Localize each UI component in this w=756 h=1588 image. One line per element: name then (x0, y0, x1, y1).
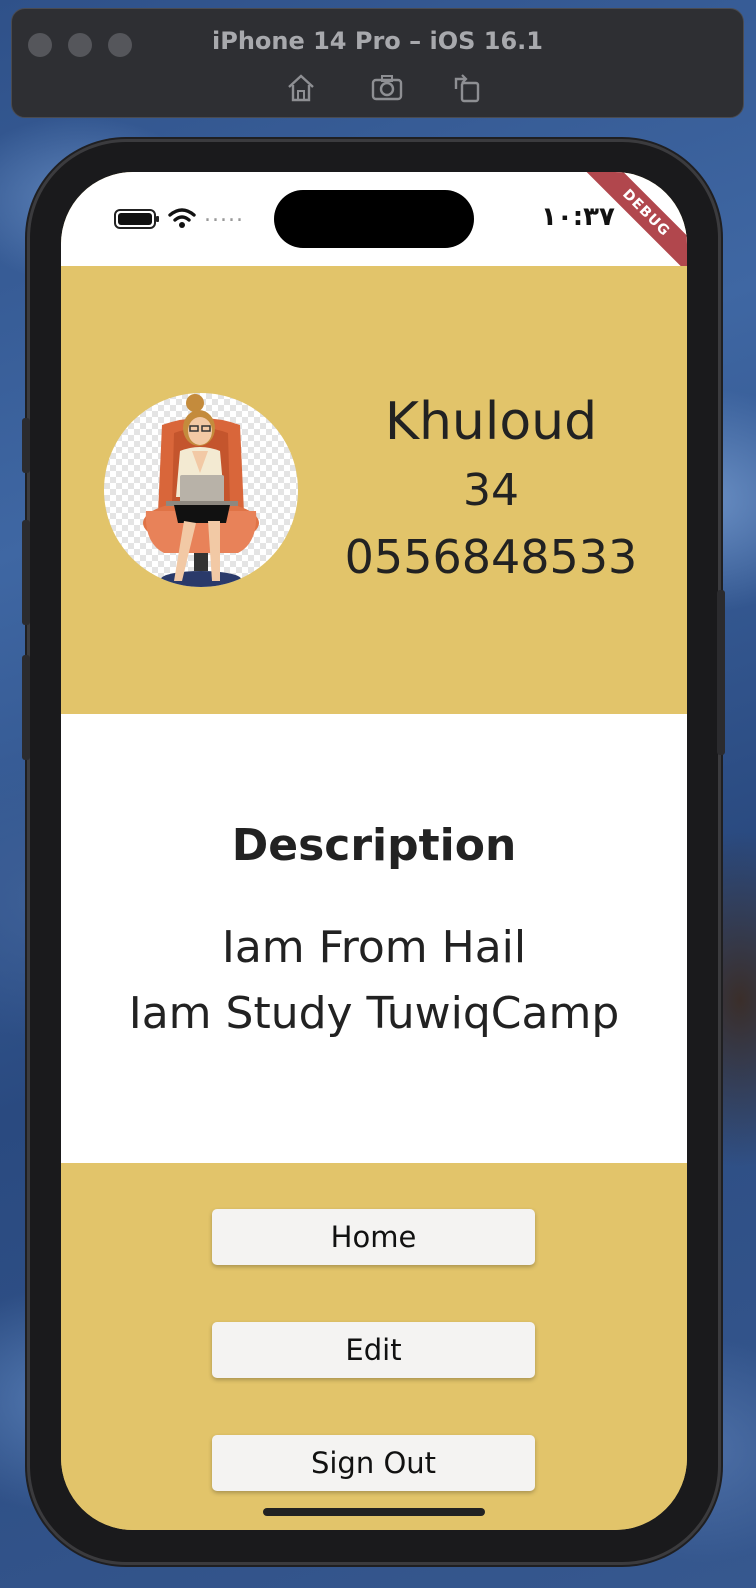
phone-screen: ..... ١٠:٣٧ DEBUG Khuloud 34 0556848533 … (61, 172, 687, 1530)
description-line: Iam Study TuwiqCamp (128, 988, 620, 1039)
simulator-title: iPhone 14 Pro – iOS 16.1 (212, 27, 543, 55)
profile-info: Khuloud 34 0556848533 (331, 386, 651, 590)
status-bar: ..... ١٠:٣٧ DEBUG (61, 172, 687, 276)
description-line: Iam From Hail (221, 922, 527, 973)
signal-dots: ..... (204, 202, 244, 227)
battery-icon (114, 209, 159, 229)
home-button[interactable]: Home (212, 1209, 535, 1265)
wifi-icon (168, 208, 196, 228)
rotate-icon[interactable] (450, 71, 484, 105)
profile-phone: 0556848533 (344, 530, 638, 584)
power-button (717, 590, 725, 755)
edit-button[interactable]: Edit (212, 1322, 535, 1378)
description-title: Description (231, 820, 517, 871)
profile-header: Khuloud 34 0556848533 (61, 266, 687, 714)
volume-down-button (22, 655, 30, 760)
simulator-title-bar: iPhone 14 Pro – iOS 16.1 (11, 8, 744, 118)
dynamic-island (274, 190, 474, 248)
profile-age: 34 (463, 465, 519, 516)
home-indicator[interactable] (263, 1508, 485, 1516)
mute-switch (22, 418, 30, 473)
screenshot-icon[interactable] (370, 71, 404, 105)
volume-up-button (22, 520, 30, 625)
woman-with-laptop-avatar (143, 394, 259, 587)
home-icon[interactable] (284, 71, 318, 105)
action-buttons: Home Edit Sign Out (61, 1163, 687, 1530)
description-section: Description Iam From Hail Iam Study Tuwi… (61, 714, 687, 1163)
status-time: ١٠:٣٧ (541, 202, 615, 232)
sign-out-button[interactable]: Sign Out (212, 1435, 535, 1491)
profile-avatar (104, 393, 298, 587)
profile-name: Khuloud (384, 392, 598, 452)
